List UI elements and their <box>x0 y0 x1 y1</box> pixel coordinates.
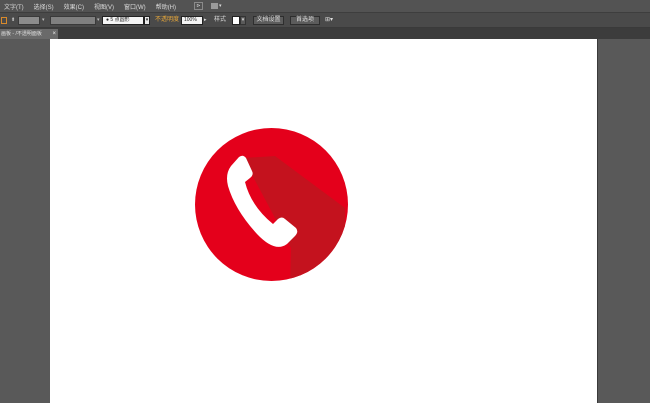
menu-window[interactable]: 窗口(W) <box>124 2 146 11</box>
style-swatch[interactable] <box>232 16 240 25</box>
menu-type[interactable]: 文字(T) <box>4 2 24 11</box>
variable-width-field[interactable] <box>50 16 96 25</box>
close-icon[interactable]: × <box>52 29 56 39</box>
stroke-stepper-icon[interactable]: ⬍ <box>11 16 17 25</box>
menu-bar: 文字(T) 选择(S) 效果(C) 视图(V) 窗口(W) 帮助(H) ⊳ ▾ <box>0 0 650 12</box>
opacity-input[interactable]: 100% <box>181 16 203 25</box>
fill-swatch[interactable] <box>1 17 7 24</box>
menu-help[interactable]: 帮助(H) <box>156 2 176 11</box>
opacity-arrow-icon[interactable]: ▸ <box>204 16 209 25</box>
brush-definition-field[interactable]: ● 5 点圆形 <box>102 16 144 25</box>
preferences-button[interactable]: 首选项 <box>290 16 320 25</box>
document-tab-bar: 画板 - /不透明面板 × <box>0 28 650 39</box>
width-dropdown-icon[interactable]: ▾ <box>97 16 100 25</box>
brush-dropdown-icon[interactable]: ▾ <box>144 16 150 25</box>
control-toolbar: ⬍ ▾ ▾ ● 5 点圆形 ▾ 不透明度 100% ▸ 样式 ▾ 文档设置 首选… <box>0 12 650 28</box>
bridge-icon[interactable]: ⊳ <box>194 2 204 10</box>
phone-icon[interactable] <box>195 128 348 281</box>
arrange-documents-icon[interactable]: ▾ <box>211 2 225 10</box>
style-dropdown-icon[interactable]: ▾ <box>240 16 246 25</box>
opacity-label[interactable]: 不透明度 <box>155 16 179 25</box>
document-tab[interactable]: 画板 - /不透明面板 × <box>0 29 58 39</box>
style-label: 样式 <box>214 17 227 23</box>
stroke-color-field[interactable] <box>18 16 40 25</box>
arrange-icon[interactable]: ⊞▾ <box>325 16 339 25</box>
document-setup-button[interactable]: 文档设置 <box>253 16 284 25</box>
stroke-dropdown-icon[interactable]: ▾ <box>42 16 45 25</box>
menu-effect[interactable]: 效果(C) <box>64 2 84 11</box>
menu-view[interactable]: 视图(V) <box>94 2 114 11</box>
menu-select[interactable]: 选择(S) <box>34 2 54 11</box>
document-tab-label: 画板 - /不透明面板 <box>1 31 42 37</box>
